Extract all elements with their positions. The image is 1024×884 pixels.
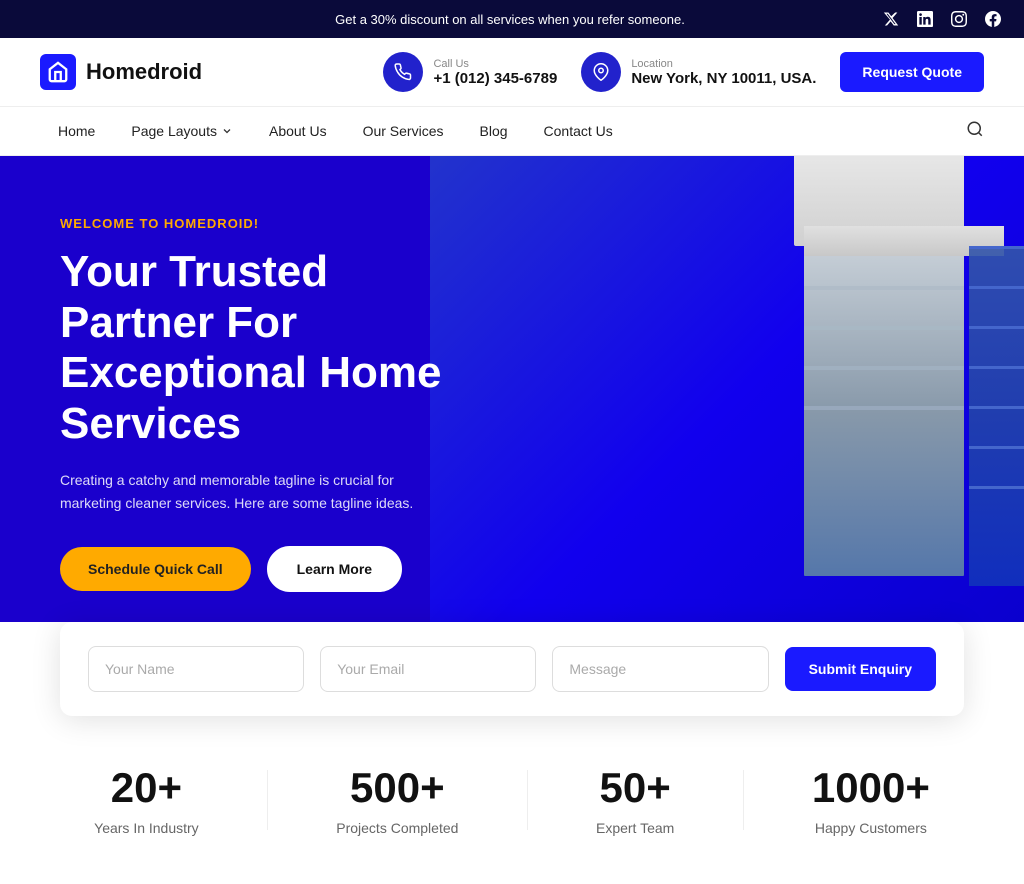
hero-title: Your Trusted Partner For Exceptional Hom… [60, 247, 460, 449]
building-tower [804, 246, 964, 576]
hero-section: WELCOME TO HOMEDROID! Your Trusted Partn… [0, 156, 1024, 652]
nav-page-layouts[interactable]: Page Layouts [113, 107, 251, 155]
stat-divider-1 [267, 770, 268, 830]
hero-tagline: WELCOME TO HOMEDROID! [60, 216, 460, 231]
nav-links: Home Page Layouts About Us Our Services … [40, 107, 631, 155]
email-input[interactable] [320, 646, 536, 692]
name-input[interactable] [88, 646, 304, 692]
nav-blog[interactable]: Blog [462, 107, 526, 155]
phone-icon [383, 52, 423, 92]
location-contact: Location New York, NY 10011, USA. [581, 52, 816, 92]
hero-content: WELCOME TO HOMEDROID! Your Trusted Partn… [0, 156, 500, 652]
stat-years-number: 20+ [94, 764, 199, 812]
stat-divider-3 [743, 770, 744, 830]
location-icon [581, 52, 621, 92]
search-icon[interactable] [966, 120, 984, 143]
hero-background [430, 156, 1024, 652]
stat-projects: 500+ Projects Completed [336, 764, 458, 836]
linkedin-icon[interactable] [914, 8, 936, 30]
call-label: Call Us [433, 58, 557, 70]
twitter-icon[interactable] [880, 8, 902, 30]
nav-contact-us[interactable]: Contact Us [526, 107, 631, 155]
stat-divider-2 [527, 770, 528, 830]
instagram-icon[interactable] [948, 8, 970, 30]
main-nav: Home Page Layouts About Us Our Services … [0, 107, 1024, 156]
logo-icon [40, 54, 76, 90]
stat-years: 20+ Years In Industry [94, 764, 199, 836]
header: Homedroid Call Us +1 (012) 345-6789 [0, 38, 1024, 107]
stats-section: 20+ Years In Industry 500+ Projects Comp… [0, 716, 1024, 884]
stat-projects-number: 500+ [336, 764, 458, 812]
location-label: Location [631, 58, 816, 70]
message-input[interactable] [552, 646, 768, 692]
logo[interactable]: Homedroid [40, 54, 202, 90]
hero-description: Creating a catchy and memorable tagline … [60, 469, 420, 514]
stat-customers-label: Happy Customers [812, 820, 930, 836]
location-info: Location New York, NY 10011, USA. [631, 58, 816, 87]
stat-projects-label: Projects Completed [336, 820, 458, 836]
phone-contact: Call Us +1 (012) 345-6789 [383, 52, 557, 92]
enquiry-section: Submit Enquiry [0, 622, 1024, 716]
enquiry-card: Submit Enquiry [60, 622, 964, 716]
stat-team: 50+ Expert Team [596, 764, 674, 836]
learn-more-button[interactable]: Learn More [267, 546, 402, 592]
nav-our-services[interactable]: Our Services [345, 107, 462, 155]
logo-text: Homedroid [86, 59, 202, 85]
stat-team-label: Expert Team [596, 820, 674, 836]
request-quote-button[interactable]: Request Quote [840, 52, 984, 92]
nav-about-us[interactable]: About Us [251, 107, 345, 155]
address-text: New York, NY 10011, USA. [631, 70, 816, 87]
social-links [880, 8, 1004, 30]
stat-customers: 1000+ Happy Customers [812, 764, 930, 836]
top-banner: Get a 30% discount on all services when … [0, 0, 1024, 38]
banner-message: Get a 30% discount on all services when … [140, 12, 880, 27]
hero-buttons: Schedule Quick Call Learn More [60, 546, 460, 592]
header-contact-area: Call Us +1 (012) 345-6789 Location New Y… [383, 52, 984, 92]
facebook-icon[interactable] [982, 8, 1004, 30]
nav-home[interactable]: Home [40, 107, 113, 155]
phone-number: +1 (012) 345-6789 [433, 70, 557, 87]
phone-info: Call Us +1 (012) 345-6789 [433, 58, 557, 87]
stat-customers-number: 1000+ [812, 764, 930, 812]
submit-enquiry-button[interactable]: Submit Enquiry [785, 647, 936, 691]
stat-years-label: Years In Industry [94, 820, 199, 836]
schedule-call-button[interactable]: Schedule Quick Call [60, 547, 251, 591]
stat-team-number: 50+ [596, 764, 674, 812]
